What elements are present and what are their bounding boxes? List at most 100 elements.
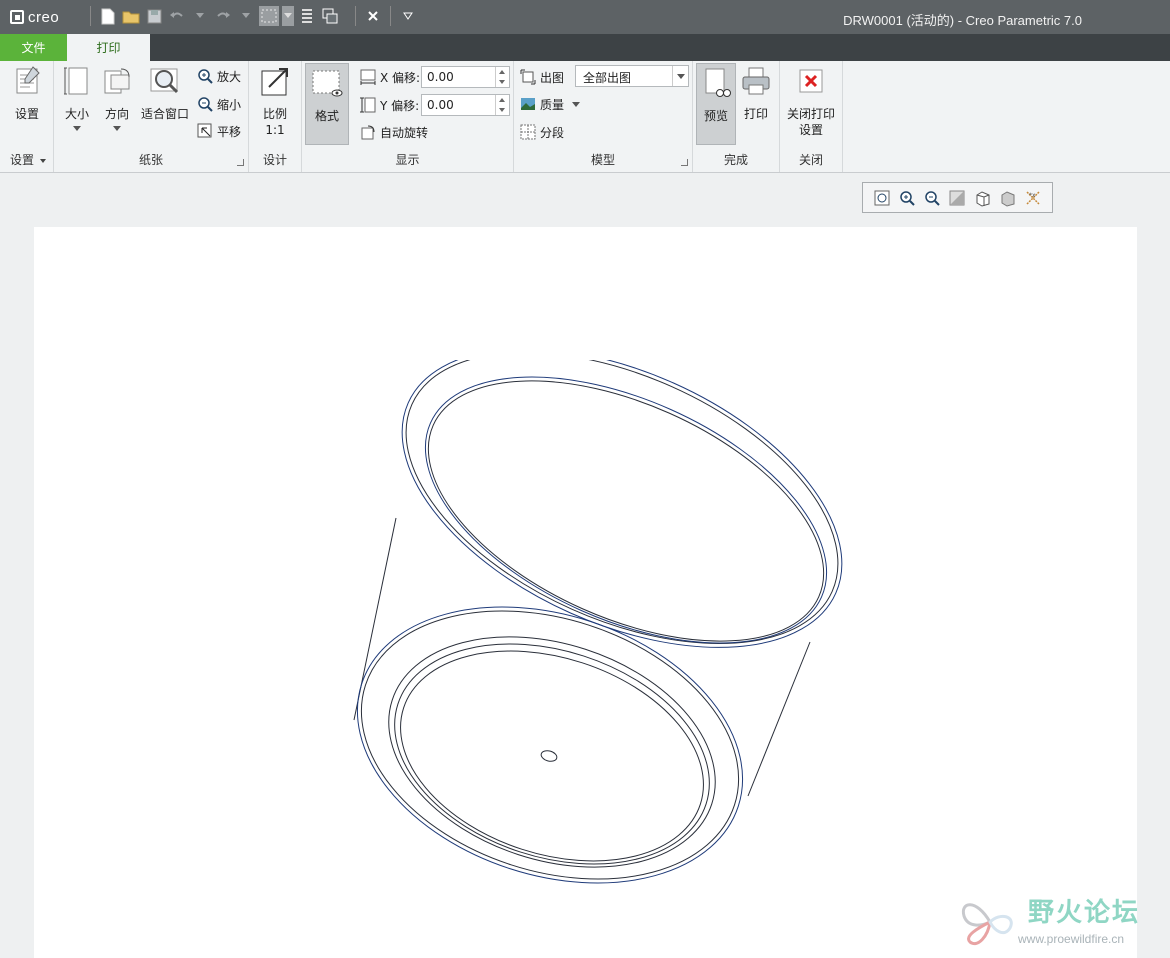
y-offset-label: Y 偏移: <box>360 96 419 114</box>
magnifier-icon <box>149 65 181 97</box>
zoom-out-icon <box>198 97 213 112</box>
rim-inner-edge-2 <box>427 380 825 642</box>
format-label: 格式 <box>314 109 339 123</box>
regenerate-icon[interactable] <box>297 6 317 26</box>
pan-button[interactable]: 平移 <box>197 122 241 140</box>
y-offset-spinner[interactable] <box>495 95 509 115</box>
quick-access-toolbar <box>86 6 418 26</box>
scale-button[interactable]: 比例 1:1 <box>253 65 297 138</box>
orientation-button[interactable]: 方向 <box>95 65 139 131</box>
selection-dropdown-icon[interactable] <box>282 6 294 26</box>
forum-watermark: 野火论坛 www.proewildfire.cn <box>958 892 1163 952</box>
group-design: 比例 1:1 设计 <box>249 61 302 172</box>
quality-button[interactable]: 质量 <box>520 95 581 113</box>
print-button[interactable]: 打印 <box>734 65 778 122</box>
creo-logo: creo <box>10 8 59 26</box>
redo-icon[interactable] <box>213 6 233 26</box>
save-icon[interactable] <box>144 6 164 26</box>
paper-size-button[interactable]: 大小 <box>55 65 99 131</box>
zoom-out-button[interactable]: 缩小 <box>197 95 241 113</box>
x-offset-value: 0.00 <box>427 70 454 84</box>
close-window-icon[interactable] <box>363 6 383 26</box>
redo-dropdown-icon[interactable] <box>236 6 256 26</box>
quality-icon <box>521 98 535 110</box>
auto-rotate-label: 自动旋转 <box>380 125 429 140</box>
preview-button[interactable]: 预览 <box>696 63 736 145</box>
plot-label: 出图 <box>520 68 564 86</box>
segment-button[interactable]: 分段 <box>520 123 564 141</box>
plot-select-value: 全部出图 <box>583 71 632 85</box>
group-close: 关闭打印 设置 关闭 <box>780 61 843 172</box>
base-inner-edge-2 <box>394 643 710 865</box>
x-offset-label: X 偏移: <box>360 68 420 86</box>
rim-inner-edge <box>424 376 828 644</box>
chevron-down-icon <box>73 126 81 131</box>
x-offset-input[interactable]: 0.00 <box>421 66 510 88</box>
group-model: 出图 全部出图 质量 分段 模型 <box>514 61 693 172</box>
close-label-line1: 关闭打印 <box>786 107 835 121</box>
repaint-icon[interactable] <box>948 189 966 207</box>
paper-size-label: 大小 <box>64 107 89 121</box>
svg-text:*x: *x <box>1029 192 1036 199</box>
side-edge-right <box>747 641 811 797</box>
close-print-settings-button[interactable]: 关闭打印 设置 <box>784 65 838 138</box>
pan-label: 平移 <box>217 124 242 139</box>
group-display: 格式 X 偏移: 0.00 Y 偏移: 0.00 自动旋转 显示 <box>302 61 514 172</box>
paper-size-icon <box>61 65 93 97</box>
group-paper-label: 纸张 <box>138 153 163 167</box>
butterfly-logo-icon <box>961 903 1013 945</box>
refit-icon[interactable] <box>873 189 891 207</box>
tab-file[interactable]: 文件 <box>0 34 67 61</box>
toolbar-divider <box>90 6 91 26</box>
settings-button[interactable]: 设置 <box>5 65 49 122</box>
scale-label: 比例 1:1 <box>253 106 297 138</box>
fit-window-button[interactable]: 适合窗口 <box>139 65 191 122</box>
group-finish-label: 完成 <box>723 153 748 167</box>
settings-button-label: 设置 <box>14 107 39 121</box>
datum-display-icon[interactable]: *x <box>1024 189 1042 207</box>
model-launcher-icon[interactable] <box>681 159 688 166</box>
saved-views-icon[interactable] <box>999 189 1017 207</box>
zoom-in-label: 放大 <box>217 69 242 84</box>
auto-rotate-button[interactable]: 自动旋转 <box>360 123 428 141</box>
undo-icon[interactable] <box>167 6 187 26</box>
zoom-out-icon[interactable] <box>923 189 941 207</box>
printer-icon <box>740 65 772 97</box>
tab-print[interactable]: 打印 <box>67 34 150 61</box>
windows-icon[interactable] <box>320 6 340 26</box>
x-offset-spinner[interactable] <box>495 67 509 87</box>
y-offset-icon <box>360 97 376 113</box>
undo-dropdown-icon[interactable] <box>190 6 210 26</box>
cup-model-drawing <box>353 360 843 884</box>
selection-box-icon[interactable] <box>259 6 279 26</box>
close-print-settings-label: 关闭打印 设置 <box>784 106 838 138</box>
new-file-icon[interactable] <box>98 6 118 26</box>
preview-label: 预览 <box>703 109 728 123</box>
close-label-line2: 设置 <box>798 123 823 137</box>
paper-launcher-icon[interactable] <box>237 159 244 166</box>
zoom-in-icon[interactable] <box>898 189 916 207</box>
settings-icon <box>11 65 43 97</box>
segment-label: 分段 <box>540 125 565 140</box>
customize-toolbar-icon[interactable] <box>398 6 418 26</box>
window-title: DRW0001 (活动的) - Creo Parametric 7.0 <box>843 13 1082 28</box>
plot-select[interactable]: 全部出图 <box>575 65 689 87</box>
rim-outer-edge <box>401 360 843 648</box>
scale-label-line2: 1:1 <box>265 123 285 137</box>
base-inner-edge <box>388 636 716 868</box>
scale-label-line1: 比例 <box>262 107 287 121</box>
zoom-in-icon <box>198 69 213 84</box>
group-finish: 预览 打印 完成 <box>693 61 780 172</box>
base-outer-edge-2 <box>360 610 740 880</box>
display-style-icon[interactable] <box>974 189 992 207</box>
chevron-down-icon[interactable] <box>672 66 688 86</box>
orientation-label: 方向 <box>104 107 129 121</box>
zoom-in-button[interactable]: 放大 <box>197 67 241 85</box>
y-offset-input[interactable]: 0.00 <box>421 94 510 116</box>
group-design-label: 设计 <box>262 153 287 167</box>
open-folder-icon[interactable] <box>121 6 141 26</box>
format-button[interactable]: 格式 <box>305 63 349 145</box>
scale-icon <box>259 65 291 97</box>
group-settings-label[interactable]: 设置 <box>0 151 53 168</box>
group-settings-text: 设置 <box>10 153 35 167</box>
